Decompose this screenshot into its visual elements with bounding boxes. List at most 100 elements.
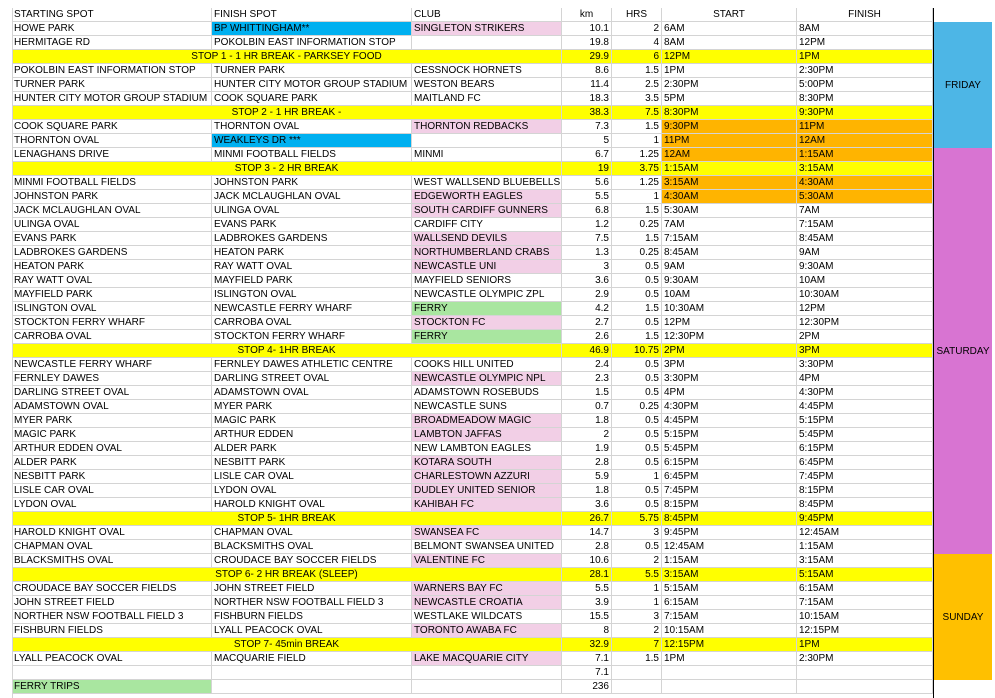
cell-starting-spot[interactable]: MAYFIELD PARK — [12, 288, 212, 302]
cell-finish-spot[interactable]: NESBITT PARK — [212, 456, 412, 470]
stop-hrs[interactable]: 3.75 — [612, 162, 662, 176]
cell-club[interactable]: VALENTINE FC — [412, 554, 562, 568]
cell-km[interactable]: 2.6 — [562, 330, 612, 344]
cell-km[interactable]: 1.5 — [562, 386, 612, 400]
cell-hrs[interactable]: 0.5 — [612, 372, 662, 386]
stop-break-label[interactable]: STOP 6- 2 HR BREAK (SLEEP) — [12, 568, 562, 582]
cell-finish-spot[interactable]: EVANS PARK — [212, 218, 412, 232]
cell-club[interactable]: TORONTO AWABA FC — [412, 624, 562, 638]
cell-start[interactable]: 7:15AM — [662, 610, 797, 624]
cell-km[interactable]: 0.7 — [562, 400, 612, 414]
cell-km[interactable]: 2.7 — [562, 316, 612, 330]
stop-start[interactable]: 12:15PM — [662, 638, 797, 652]
cell-finish[interactable]: 10:30AM — [797, 288, 933, 302]
cell-km[interactable]: 6.7 — [562, 148, 612, 162]
cell-km[interactable]: 1.3 — [562, 246, 612, 260]
cell-hrs[interactable]: 1 — [612, 470, 662, 484]
cell-finish-spot[interactable]: LYDON OVAL — [212, 484, 412, 498]
cell-finish[interactable]: 3:15AM — [797, 554, 933, 568]
cell-start[interactable]: 12:30PM — [662, 330, 797, 344]
cell-starting-spot[interactable]: HUNTER CITY MOTOR GROUP STADIUM — [12, 92, 212, 106]
cell-km[interactable]: 8.6 — [562, 64, 612, 78]
cell-hrs[interactable]: 2 — [612, 624, 662, 638]
cell-finish[interactable]: 6:15AM — [797, 582, 933, 596]
cell-finish[interactable]: 5:00PM — [797, 78, 933, 92]
cell-finish-spot[interactable]: MYER PARK — [212, 400, 412, 414]
cell-start[interactable]: 3:30PM — [662, 372, 797, 386]
cell-hrs[interactable]: 0.5 — [612, 484, 662, 498]
cell-starting-spot[interactable]: POKOLBIN EAST INFORMATION STOP — [12, 64, 212, 78]
cell-club[interactable]: CHARLESTOWN AZZURI — [412, 470, 562, 484]
stop-km[interactable]: 29.9 — [562, 50, 612, 64]
cell-finish[interactable]: 12:15PM — [797, 624, 933, 638]
cell-club[interactable]: CARDIFF CITY — [412, 218, 562, 232]
stop-start[interactable]: 8:45PM — [662, 512, 797, 526]
cell-club[interactable]: NEWCASTLE OLYMPIC ZPL — [412, 288, 562, 302]
cell-start[interactable]: 8AM — [662, 36, 797, 50]
cell-finish-spot[interactable]: JOHNSTON PARK — [212, 176, 412, 190]
cell-finish[interactable]: 6:45PM — [797, 456, 933, 470]
cell-hrs[interactable]: 0.25 — [612, 246, 662, 260]
cell-finish[interactable]: 9AM — [797, 246, 933, 260]
cell-finish[interactable]: 12PM — [797, 302, 933, 316]
cell-km[interactable]: 236 — [562, 680, 612, 694]
header-start[interactable]: START — [662, 8, 797, 22]
cell-start[interactable]: 7:15AM — [662, 232, 797, 246]
cell-starting-spot[interactable]: JACK MCLAUGHLAN OVAL — [12, 204, 212, 218]
cell-finish-spot[interactable]: CARROBA OVAL — [212, 316, 412, 330]
cell-starting-spot[interactable]: RAY WATT OVAL — [12, 274, 212, 288]
cell-finish-spot[interactable]: ALDER PARK — [212, 442, 412, 456]
stop-start[interactable]: 8:30PM — [662, 106, 797, 120]
stop-break-label[interactable]: STOP 2 - 1 HR BREAK - — [12, 106, 562, 120]
cell-starting-spot[interactable]: CHAPMAN OVAL — [12, 540, 212, 554]
cell-finish[interactable]: 10AM — [797, 274, 933, 288]
cell-finish-spot[interactable]: FERNLEY DAWES ATHLETIC CENTRE — [212, 358, 412, 372]
cell-finish[interactable]: 7:15AM — [797, 596, 933, 610]
stop-break-label[interactable]: STOP 5- 1HR BREAK — [12, 512, 562, 526]
cell-club[interactable]: NEWCASTLE OLYMPIC NPL — [412, 372, 562, 386]
cell-club[interactable]: COOKS HILL UNITED — [412, 358, 562, 372]
cell-start[interactable]: 5PM — [662, 92, 797, 106]
cell-finish-spot[interactable]: HUNTER CITY MOTOR GROUP STADIUM — [212, 78, 412, 92]
cell-finish-spot[interactable]: WEAKLEYS DR *** — [212, 134, 412, 148]
cell-starting-spot[interactable]: HERMITAGE RD — [12, 36, 212, 50]
cell-club[interactable]: WEST WALLSEND BLUEBELLS — [412, 176, 562, 190]
cell-hrs[interactable]: 3 — [612, 526, 662, 540]
cell-km[interactable]: 6.8 — [562, 204, 612, 218]
stop-km[interactable]: 26.7 — [562, 512, 612, 526]
cell-hrs[interactable]: 0.5 — [612, 386, 662, 400]
cell-finish[interactable]: 8AM — [797, 22, 933, 36]
cell-hrs[interactable]: 0.5 — [612, 260, 662, 274]
day-band-friday[interactable]: FRIDAY — [934, 22, 992, 148]
cell-starting-spot[interactable]: ARTHUR EDDEN OVAL — [12, 442, 212, 456]
cell-starting-spot[interactable]: STOCKTON FERRY WHARF — [12, 316, 212, 330]
cell-club[interactable]: SWANSEA FC — [412, 526, 562, 540]
stop-hrs[interactable]: 10.75 — [612, 344, 662, 358]
cell-start[interactable]: 7:45PM — [662, 484, 797, 498]
cell-starting-spot[interactable]: ADAMSTOWN OVAL — [12, 400, 212, 414]
stop-hrs[interactable]: 7.5 — [612, 106, 662, 120]
cell-starting-spot[interactable]: LYDON OVAL — [12, 498, 212, 512]
cell-hrs[interactable]: 0.5 — [612, 428, 662, 442]
day-band-sunday[interactable]: SUNDAY — [934, 554, 992, 680]
stop-km[interactable]: 28.1 — [562, 568, 612, 582]
cell-club[interactable]: KAHIBAH FC — [412, 498, 562, 512]
cell-finish[interactable]: 8:15PM — [797, 484, 933, 498]
cell-club[interactable]: WESTLAKE WILDCATS — [412, 610, 562, 624]
cell-start[interactable]: 10AM — [662, 288, 797, 302]
cell-starting-spot[interactable]: COOK SQUARE PARK — [12, 120, 212, 134]
cell-km[interactable]: 19.8 — [562, 36, 612, 50]
cell-km[interactable]: 2.3 — [562, 372, 612, 386]
cell-starting-spot[interactable]: NEWCASTLE FERRY WHARF — [12, 358, 212, 372]
cell-start[interactable]: 9AM — [662, 260, 797, 274]
cell-starting-spot[interactable]: CROUDACE BAY SOCCER FIELDS — [12, 582, 212, 596]
cell-finish[interactable]: 8:45PM — [797, 498, 933, 512]
cell-start[interactable]: 5:15AM — [662, 582, 797, 596]
cell-club[interactable]: MAYFIELD SENIORS — [412, 274, 562, 288]
cell-hrs[interactable]: 4 — [612, 36, 662, 50]
cell-start[interactable]: 12:45AM — [662, 540, 797, 554]
cell-km[interactable]: 1.8 — [562, 414, 612, 428]
cell-starting-spot[interactable]: TURNER PARK — [12, 78, 212, 92]
cell-finish[interactable]: 7:45PM — [797, 470, 933, 484]
cell-km[interactable]: 14.7 — [562, 526, 612, 540]
